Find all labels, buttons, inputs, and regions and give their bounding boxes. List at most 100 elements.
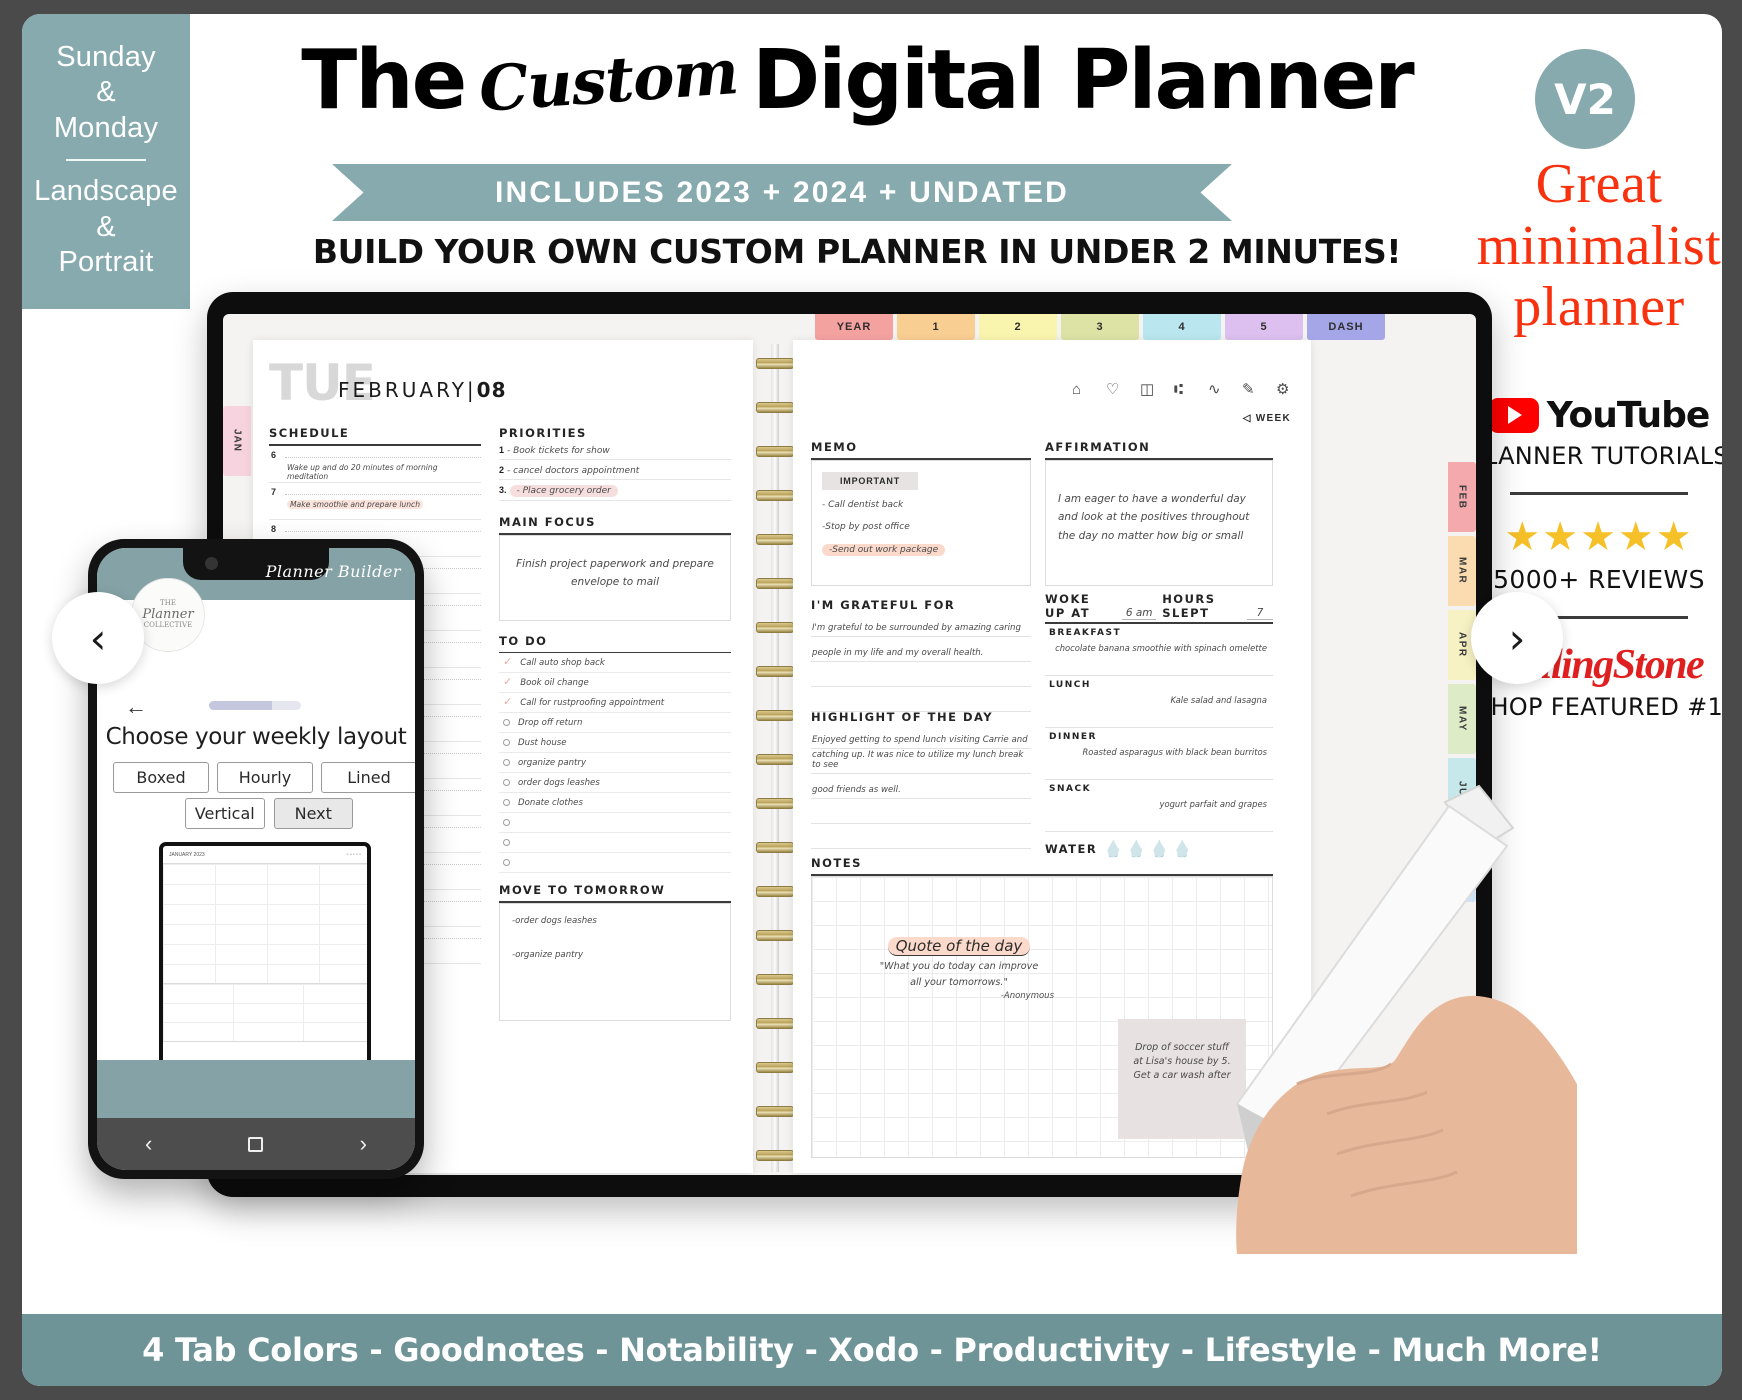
todo-item[interactable]: Dust house xyxy=(499,733,731,753)
layout-options-row-1[interactable]: Boxed Hourly Lined xyxy=(113,762,415,793)
grateful-line[interactable]: people in my life and my overall health. xyxy=(811,637,1031,662)
month-tab-jun[interactable]: JUN xyxy=(1448,758,1476,828)
main-focus-box[interactable]: Finish project paperwork and prepare env… xyxy=(499,534,731,621)
highlight-line[interactable]: catching up. It was nice to utilize my l… xyxy=(811,749,1031,774)
spiral-ring xyxy=(756,666,794,677)
planner-top-tabs[interactable]: YEAR 1 2 3 4 5 DASH xyxy=(815,314,1389,340)
highlight-lines[interactable]: Enjoyed getting to spend lunch visiting … xyxy=(811,724,1031,849)
carousel-next-button[interactable]: › xyxy=(1471,592,1563,684)
nav-recent-icon[interactable]: › xyxy=(360,1131,367,1157)
move-box[interactable]: -order dogs leashes -organize pantry xyxy=(499,902,731,1021)
priority-item[interactable]: 2- cancel doctors appointment xyxy=(499,460,731,480)
phone-nav-bar[interactable]: ‹ › xyxy=(97,1118,415,1170)
grateful-line[interactable] xyxy=(811,687,1031,712)
move-item[interactable]: -order dogs leashes xyxy=(512,916,718,926)
todo-item[interactable]: Drop off return xyxy=(499,713,731,733)
todo-item[interactable]: ✓ Call for rustproofing appointment xyxy=(499,693,731,713)
top-tab-4[interactable]: 4 xyxy=(1143,314,1221,340)
layout-option-hourly[interactable]: Hourly xyxy=(217,762,313,793)
month-tab-may[interactable]: MAY xyxy=(1448,684,1476,754)
checkbox-empty-icon[interactable] xyxy=(503,779,510,786)
memo-item[interactable]: -Stop by post office xyxy=(822,522,910,532)
nav-back-icon[interactable]: ‹ xyxy=(145,1131,152,1157)
todo-item[interactable]: Donate clothes xyxy=(499,793,731,813)
highlight-line[interactable] xyxy=(811,824,1031,849)
checkbox-checked-icon[interactable]: ✓ xyxy=(503,697,512,708)
dollar-icon[interactable]: ⑆ xyxy=(1174,382,1191,399)
checkbox-empty-icon[interactable] xyxy=(503,799,510,806)
checkbox-empty-icon[interactable] xyxy=(503,839,510,846)
todo-item[interactable]: order dogs leashes xyxy=(499,773,731,793)
memo-item[interactable]: -Send out work package xyxy=(822,543,946,556)
top-tab-dash[interactable]: DASH xyxy=(1307,314,1385,340)
layout-option-lined[interactable]: Lined xyxy=(321,762,415,793)
layout-option-next[interactable]: Next xyxy=(273,798,353,829)
priority-item[interactable]: 1- Book tickets for show xyxy=(499,440,731,460)
top-tab-3[interactable]: 3 xyxy=(1061,314,1139,340)
phone-camera-icon xyxy=(205,557,218,570)
checkbox-checked-icon[interactable]: ✓ xyxy=(503,657,512,668)
layout-option-vertical[interactable]: Vertical xyxy=(185,798,265,829)
todo-item[interactable] xyxy=(499,853,731,873)
month-tab-jan[interactable]: JAN xyxy=(223,406,251,476)
schedule-row[interactable]: 7 Make smoothie and prepare lunch xyxy=(269,483,481,520)
checkbox-empty-icon[interactable] xyxy=(503,719,510,726)
includes-banner-label: INCLUDES 2023 + 2024 + UNDATED xyxy=(332,164,1232,221)
highlight-line[interactable]: Enjoyed getting to spend lunch visiting … xyxy=(811,724,1031,749)
move-item[interactable]: -organize pantry xyxy=(512,950,718,960)
grateful-line[interactable]: I'm grateful to be surrounded by amazing… xyxy=(811,612,1031,637)
layout-options-row-2[interactable]: Vertical Next xyxy=(185,798,353,829)
affirmation-box[interactable]: I am eager to have a wonderful day and l… xyxy=(1045,459,1273,586)
top-tab-5[interactable]: 5 xyxy=(1225,314,1303,340)
highlight-line[interactable]: good friends as well. xyxy=(811,774,1031,799)
grateful-line[interactable] xyxy=(811,662,1031,687)
memo-box[interactable]: IMPORTANT - Call dentist back -Stop by po… xyxy=(811,459,1031,586)
week-link[interactable]: ◁ WEEK xyxy=(1243,413,1291,424)
priorities-list[interactable]: 1- Book tickets for show 2- cancel doctor… xyxy=(499,440,731,501)
planner-toolbar[interactable]: ⌂ ♡ ◫ ⑆ ∿ ✎ ⚙ xyxy=(1072,382,1293,399)
priority-number: 2 xyxy=(499,465,505,475)
month-tab-feb[interactable]: FEB xyxy=(1448,462,1476,532)
todo-item[interactable] xyxy=(499,813,731,833)
preview-week-grid xyxy=(163,864,367,984)
grateful-lines[interactable]: I'm grateful to be surrounded by amazing… xyxy=(811,612,1031,712)
meal-list[interactable]: BREAKFAST chocolate banana smoothie with … xyxy=(1045,624,1273,832)
todo-item[interactable]: organize pantry xyxy=(499,753,731,773)
memo-item[interactable]: - Call dentist back xyxy=(822,500,903,510)
todo-item[interactable]: ✓ Call auto shop back xyxy=(499,653,731,673)
sticky-note[interactable]: Drop of soccer stuff at Lisa's house by … xyxy=(1118,1018,1246,1139)
back-arrow-icon[interactable]: ← xyxy=(125,694,147,720)
checkbox-empty-icon[interactable] xyxy=(503,819,510,826)
checkbox-checked-icon[interactable]: ✓ xyxy=(503,677,512,688)
meal-row[interactable]: LUNCH Kale salad and lasagna xyxy=(1045,676,1273,728)
top-tab-2[interactable]: 2 xyxy=(979,314,1057,340)
meal-row[interactable]: BREAKFAST chocolate banana smoothie with … xyxy=(1045,624,1273,676)
priority-item[interactable]: 3. - Place grocery order xyxy=(499,480,731,501)
meal-row[interactable]: SNACK yogurt parfait and grapes xyxy=(1045,780,1273,832)
meal-row[interactable]: DINNER Roasted asparagus with black bean … xyxy=(1045,728,1273,780)
preview-month-label: JANUARY 2023 xyxy=(169,852,205,858)
month-tab-jul[interactable]: JUL xyxy=(1448,832,1476,902)
bookmark-icon[interactable]: ◫ xyxy=(1140,382,1157,399)
todo-item[interactable]: ✓ Book oil change xyxy=(499,673,731,693)
todo-list[interactable]: ✓ Call auto shop back ✓ Book oil change ✓ Cal… xyxy=(499,653,731,873)
checkbox-empty-icon[interactable] xyxy=(503,739,510,746)
schedule-row[interactable]: 6 Wake up and do 20 minutes of morning me… xyxy=(269,446,481,483)
checkbox-empty-icon[interactable] xyxy=(503,759,510,766)
todo-item[interactable] xyxy=(499,833,731,853)
pen-icon[interactable]: ∿ xyxy=(1208,382,1225,399)
top-tab-year[interactable]: YEAR xyxy=(815,314,893,340)
heart-icon[interactable]: ♡ xyxy=(1106,382,1123,399)
pencil-icon[interactable]: ✎ xyxy=(1242,382,1259,399)
checkbox-empty-icon[interactable] xyxy=(503,859,510,866)
nav-home-icon[interactable] xyxy=(248,1136,264,1152)
highlight-line[interactable] xyxy=(811,799,1031,824)
layout-option-boxed[interactable]: Boxed xyxy=(113,762,209,793)
home-icon[interactable]: ⌂ xyxy=(1072,382,1089,399)
notes-grid[interactable]: Quote of the day "What you do today can … xyxy=(811,875,1273,1158)
gear-icon[interactable]: ⚙ xyxy=(1276,382,1293,399)
top-tab-1[interactable]: 1 xyxy=(897,314,975,340)
month-tab-mar[interactable]: MAR xyxy=(1448,536,1476,606)
carousel-prev-button[interactable]: ‹ xyxy=(52,592,144,684)
memo-items: - Call dentist back -Stop by post office -… xyxy=(822,490,1020,557)
